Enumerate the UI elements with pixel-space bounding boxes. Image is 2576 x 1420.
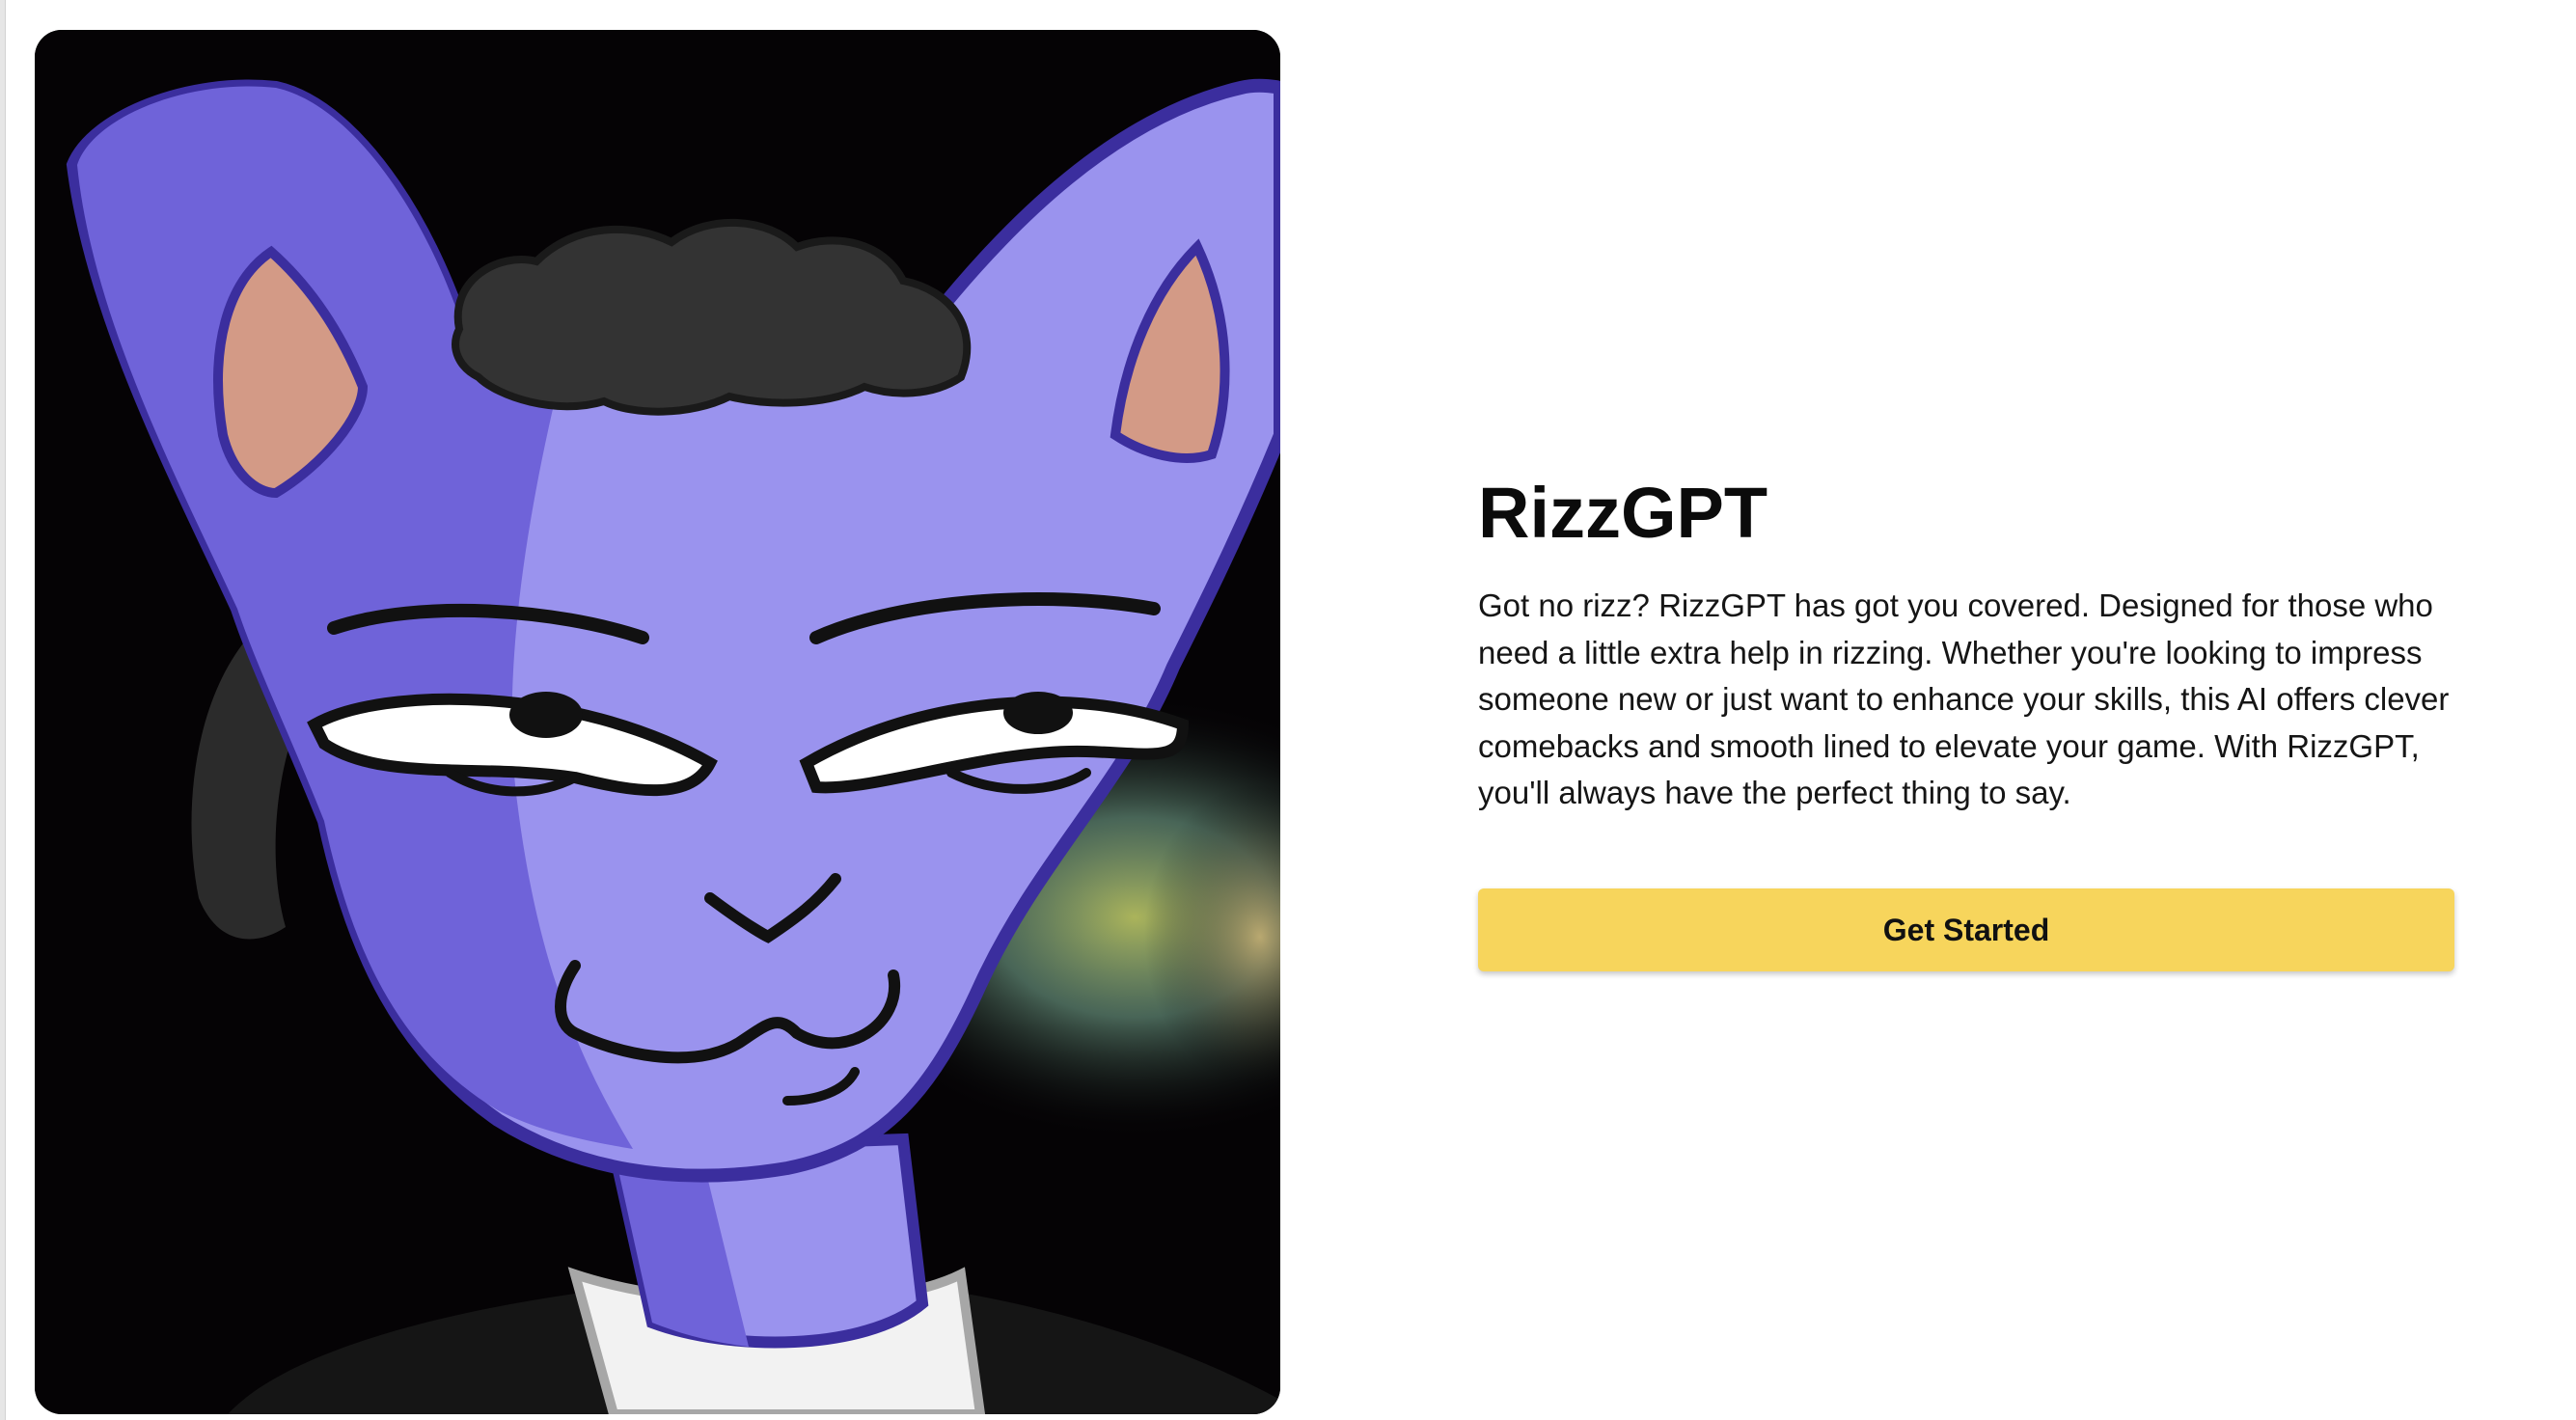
right-pupil [1003, 692, 1073, 734]
page-title: RizzGPT [1478, 473, 1768, 553]
left-pupil [509, 692, 583, 738]
app-description: Got no rizz? RizzGPT has got you covered… [1478, 587, 2450, 810]
get-started-button[interactable]: Get Started [1478, 888, 2454, 971]
cat-illustration [35, 30, 1280, 1414]
window-left-edge [0, 0, 6, 1420]
hero-image [35, 30, 1280, 1414]
